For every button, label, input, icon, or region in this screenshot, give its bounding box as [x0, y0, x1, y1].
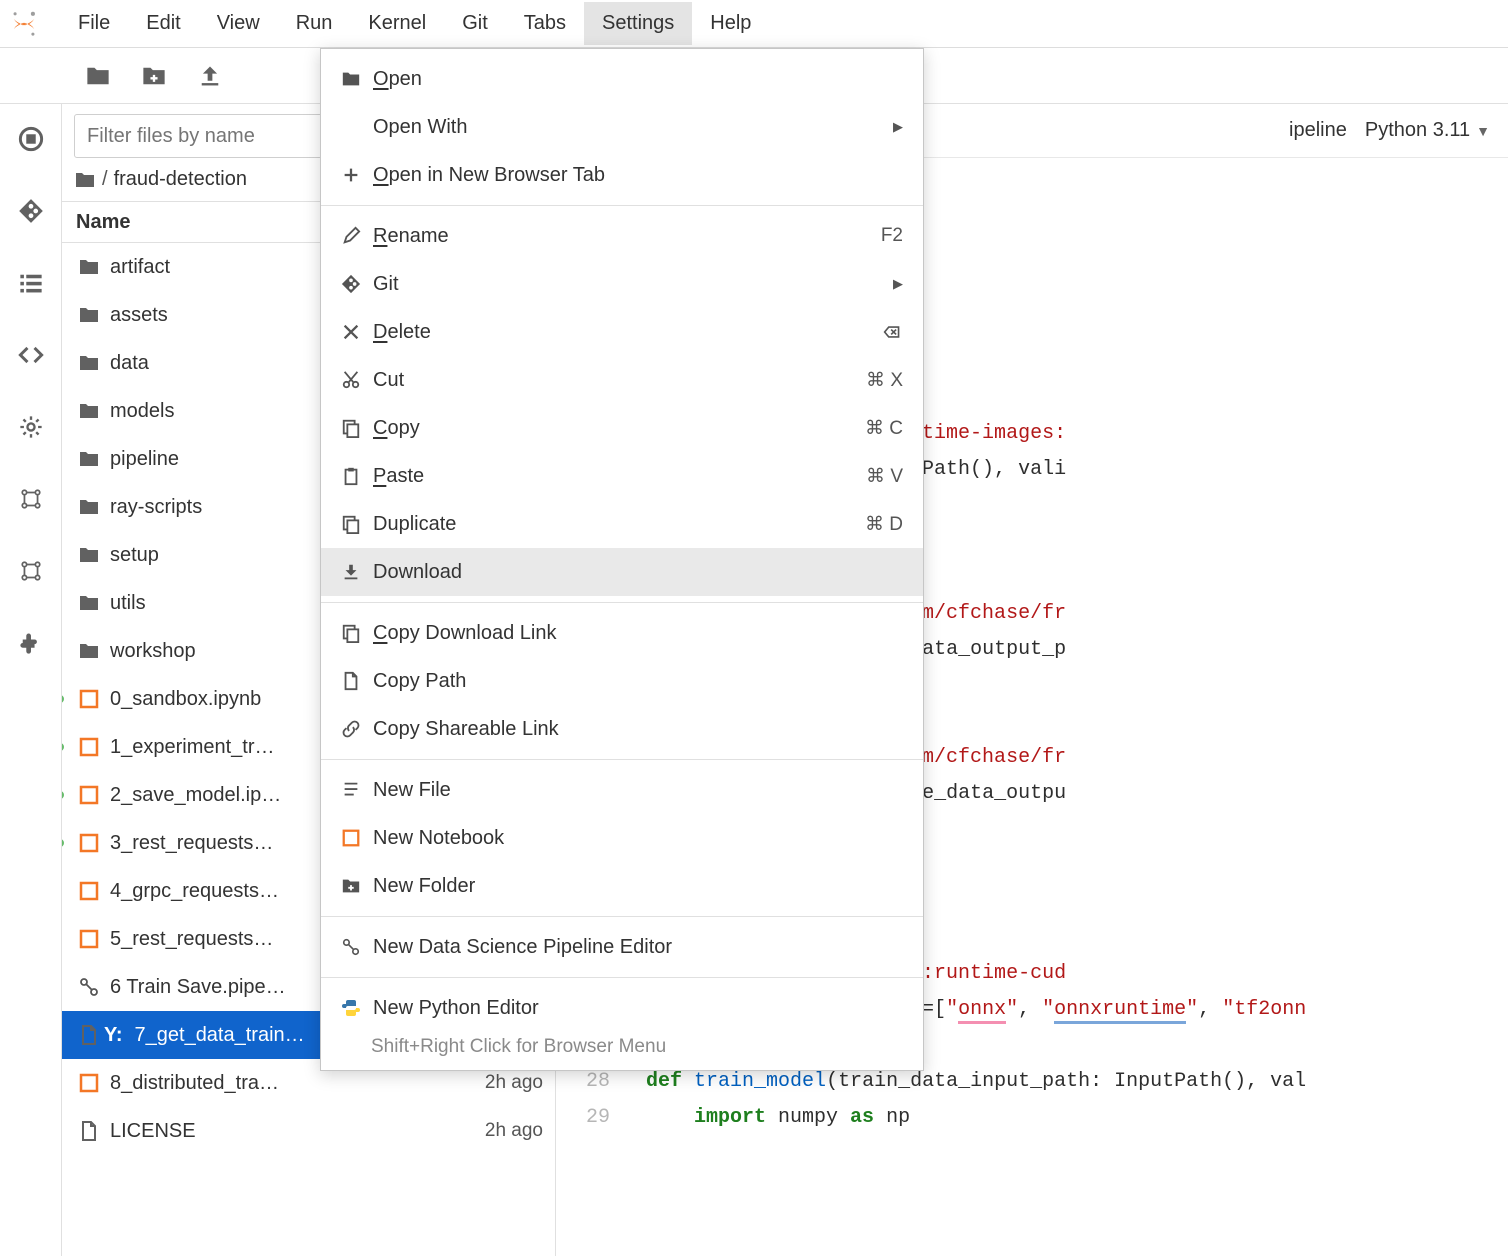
file-row[interactable]: LICENSE2h ago [62, 1107, 555, 1155]
folder-icon[interactable] [70, 63, 126, 89]
ctx-copy-shareable-link[interactable]: Copy Shareable Link [321, 705, 923, 753]
upload-icon[interactable] [182, 63, 238, 89]
ctx-cut[interactable]: Cut⌘ X [321, 356, 923, 404]
copy-icon [335, 623, 367, 643]
code-icon[interactable] [16, 340, 46, 370]
submenu-arrow-icon: ▶ [893, 276, 903, 292]
git-icon [335, 274, 367, 294]
nb-icon [74, 832, 104, 854]
ctx-copy-download-link[interactable]: Copy Download Link [321, 609, 923, 657]
ctx-open-in-new-browser-tab[interactable]: Open in New Browser Tab [321, 151, 923, 199]
folder-icon [74, 496, 104, 518]
activity-bar [0, 104, 62, 1256]
menu-view[interactable]: View [199, 2, 278, 45]
graph-icon[interactable] [16, 556, 46, 586]
folder-icon [74, 448, 104, 470]
ctx-paste[interactable]: Paste⌘ V [321, 452, 923, 500]
download-icon [335, 562, 367, 582]
link-icon [335, 719, 367, 739]
folder-icon [74, 640, 104, 662]
cut-icon [335, 370, 367, 390]
pipe-icon [74, 976, 104, 998]
ctx-new-python-editor[interactable]: New Python Editor [321, 984, 923, 1032]
menu-help[interactable]: Help [692, 2, 769, 45]
menu-run[interactable]: Run [278, 2, 351, 45]
copy-icon [335, 418, 367, 438]
x-icon [335, 322, 367, 342]
nb-icon [74, 736, 104, 758]
folder-icon [74, 592, 104, 614]
ctx-rename[interactable]: RenameF2 [321, 212, 923, 260]
ctx-git[interactable]: Git▶ [321, 260, 923, 308]
pencil-icon [335, 226, 367, 246]
menu-tabs[interactable]: Tabs [506, 2, 584, 45]
folder-icon [335, 69, 367, 89]
ctx-copy-path[interactable]: Copy Path [321, 657, 923, 705]
toc-icon[interactable] [16, 268, 46, 298]
pipe-icon [335, 937, 367, 957]
ctx-new-notebook[interactable]: New Notebook [321, 814, 923, 862]
plus-icon [335, 165, 367, 185]
running-icon[interactable] [16, 124, 46, 154]
nb-icon [335, 828, 367, 848]
folder-icon [74, 400, 104, 422]
ctx-new-folder[interactable]: New Folder [321, 862, 923, 910]
ctx-hint: Shift+Right Click for Browser Menu [321, 1032, 923, 1064]
ctx-open[interactable]: Open [321, 55, 923, 103]
submenu-arrow-icon: ▶ [893, 119, 903, 135]
puzzle-icon[interactable] [16, 628, 46, 658]
folder-icon [74, 304, 104, 326]
menu-settings[interactable]: Settings [584, 2, 692, 45]
python-icon [335, 997, 367, 1019]
nb-icon [74, 784, 104, 806]
menu-edit[interactable]: Edit [128, 2, 198, 45]
main-menu-bar: FileEditViewRunKernelGitTabsSettingsHelp [0, 0, 1508, 48]
new-folder-icon[interactable] [126, 63, 182, 89]
py-icon [74, 1024, 104, 1046]
settings-icon[interactable] [16, 412, 46, 442]
kernel-selector[interactable]: Python 3.11 ▼ [1365, 119, 1490, 142]
file-icon [74, 1120, 104, 1142]
ext-icon[interactable] [16, 484, 46, 514]
menu-file[interactable]: File [60, 2, 128, 45]
file-icon [335, 671, 367, 691]
jupyter-logo [8, 8, 40, 40]
ctx-duplicate[interactable]: Duplicate⌘ D [321, 500, 923, 548]
ctx-new-data-science-pipeline-editor[interactable]: New Data Science Pipeline Editor [321, 923, 923, 971]
folder-icon [74, 352, 104, 374]
nb-icon [74, 928, 104, 950]
newfolder-icon [335, 876, 367, 896]
newfile-icon [335, 780, 367, 800]
ctx-open-with[interactable]: Open With▶ [321, 103, 923, 151]
folder-icon [74, 544, 104, 566]
ctx-new-file[interactable]: New File [321, 766, 923, 814]
menu-kernel[interactable]: Kernel [350, 2, 444, 45]
context-menu: OpenOpen With▶Open in New Browser Tab Ren… [320, 48, 924, 1071]
git-icon[interactable] [16, 196, 46, 226]
menu-git[interactable]: Git [444, 2, 506, 45]
ctx-copy[interactable]: Copy⌘ C [321, 404, 923, 452]
dup-icon [335, 514, 367, 534]
folder-icon [74, 169, 96, 191]
chevron-down-icon: ▼ [1476, 123, 1490, 139]
nb-icon [74, 688, 104, 710]
nb-icon [74, 1072, 104, 1094]
nb-icon [74, 880, 104, 902]
folder-icon [74, 256, 104, 278]
ctx-download[interactable]: Download [321, 548, 923, 596]
ctx-delete[interactable]: Delete [321, 308, 923, 356]
paste-icon [335, 466, 367, 486]
